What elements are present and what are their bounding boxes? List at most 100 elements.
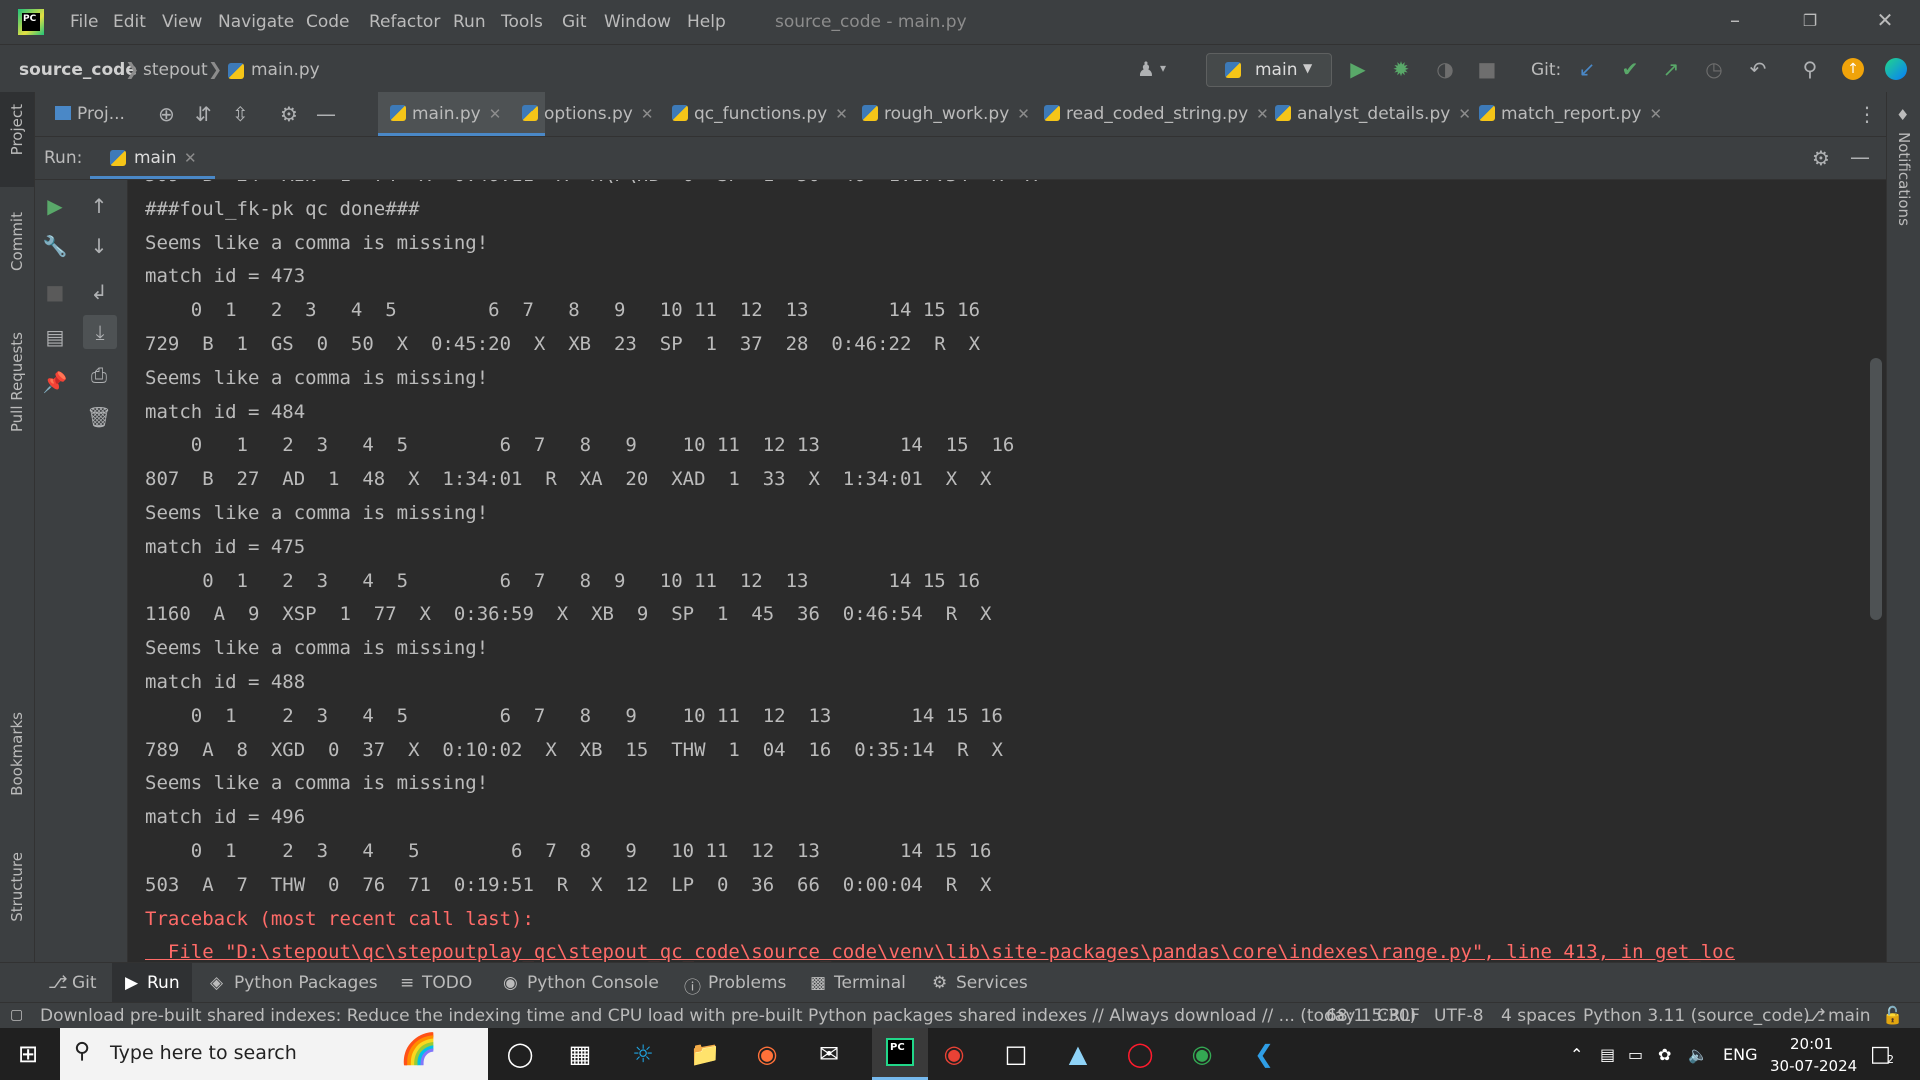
menu-file[interactable]: File <box>70 12 98 32</box>
tool-tab-todo[interactable]: TODO <box>422 973 472 993</box>
close-tab-icon[interactable]: ✕ <box>1017 105 1030 123</box>
windows-start-icon[interactable]: ⊞ <box>18 1040 38 1068</box>
user-icon[interactable]: ♟ <box>1133 57 1159 81</box>
coverage-icon[interactable]: ◑ <box>1432 57 1458 81</box>
input-language[interactable]: ENG <box>1723 1045 1757 1064</box>
hide-panel-icon[interactable]: — <box>1850 145 1870 169</box>
history-icon[interactable]: ◷ <box>1701 57 1727 81</box>
widgets-icon[interactable]: ▦ <box>563 1038 597 1070</box>
jetbrains-toolbox-icon[interactable] <box>1885 58 1907 80</box>
menu-git[interactable]: Git <box>562 12 587 32</box>
stop-icon[interactable]: ■ <box>35 280 75 304</box>
caret-position[interactable]: 68:1 <box>1326 1006 1364 1026</box>
trash-icon[interactable]: 🗑 <box>79 405 119 429</box>
meet-now-icon[interactable]: ▤ <box>1600 1045 1615 1064</box>
console-scrollbar[interactable] <box>1870 358 1882 620</box>
app-icon[interactable]: ▲ <box>1061 1038 1095 1070</box>
clock-date[interactable]: 30-07-2024 <box>1770 1057 1857 1075</box>
console-line[interactable]: File "D:\stepout\qc\stepoutplay_qc\stepo… <box>145 941 1735 962</box>
tab-read-coded-string-py[interactable]: read_coded_string.py ✕ <box>1044 92 1269 136</box>
close-tab-icon[interactable]: ✕ <box>641 105 654 123</box>
tool-tab-terminal[interactable]: Terminal <box>834 973 906 993</box>
project-panel-tab[interactable]: Proj... <box>55 92 145 136</box>
tool-label-bookmarks[interactable]: Bookmarks <box>8 712 26 796</box>
run-tab-main[interactable]: main ✕ <box>90 137 215 179</box>
tool-label-commit[interactable]: Commit <box>8 212 26 271</box>
volume-icon[interactable]: 🔈 <box>1688 1045 1708 1064</box>
breadcrumb-file[interactable]: main.py <box>251 60 320 80</box>
run-config-select[interactable]: main ▼ <box>1206 53 1332 87</box>
git-update-icon[interactable]: ↙ <box>1574 57 1600 81</box>
tab-rough-work-py[interactable]: rough_work.py ✕ <box>862 92 1030 136</box>
rerun-icon[interactable]: ▶ <box>35 194 75 218</box>
menu-navigate[interactable]: Navigate <box>218 12 294 32</box>
tab-analyst-details-py[interactable]: analyst_details.py ✕ <box>1275 92 1471 136</box>
project-tool-button[interactable]: Project <box>0 92 34 187</box>
rollback-icon[interactable]: ↶ <box>1745 57 1771 81</box>
vscode-icon[interactable]: ❮ <box>1247 1038 1281 1070</box>
close-tab-icon[interactable]: ✕ <box>1458 105 1471 123</box>
notepad-icon[interactable]: □ <box>999 1038 1033 1070</box>
user-dropdown-icon[interactable]: ▾ <box>1160 61 1166 75</box>
scroll-down-icon[interactable]: ↓ <box>79 234 119 258</box>
menu-edit[interactable]: Edit <box>113 12 146 32</box>
close-icon[interactable]: ✕ <box>1870 8 1900 32</box>
chrome-profile-icon[interactable]: ◉ <box>1185 1038 1219 1070</box>
indent-setting[interactable]: 4 spaces <box>1501 1006 1576 1026</box>
layout-icon[interactable]: ▤ <box>35 325 75 349</box>
close-tab-icon[interactable]: ✕ <box>489 105 502 123</box>
line-separator[interactable]: CRLF <box>1377 1006 1420 1026</box>
hide-icon[interactable]: — <box>316 102 336 126</box>
close-tab-icon[interactable]: ✕ <box>1649 105 1662 123</box>
git-commit-icon[interactable]: ✔ <box>1617 57 1643 81</box>
close-run-tab-icon[interactable]: ✕ <box>184 149 197 167</box>
menu-code[interactable]: Code <box>306 12 350 32</box>
locate-icon[interactable]: ⊕ <box>158 102 175 126</box>
tab-main-py[interactable]: main.py ✕ <box>378 92 545 136</box>
tab-qc-functions-py[interactable]: qc_functions.py ✕ <box>672 92 848 136</box>
tool-label-pull-requests[interactable]: Pull Requests <box>8 332 26 432</box>
git-branch[interactable]: main <box>1828 1006 1870 1026</box>
tab-match-report-py[interactable]: match_report.py ✕ <box>1479 92 1662 136</box>
battery-icon[interactable]: ▭ <box>1628 1045 1643 1064</box>
tab-options-py[interactable]: options.py ✕ <box>522 92 653 136</box>
stop-icon[interactable]: ■ <box>1474 57 1500 81</box>
soft-wrap-icon[interactable]: ↲ <box>79 280 119 304</box>
file-encoding[interactable]: UTF-8 <box>1434 1006 1484 1026</box>
menu-tools[interactable]: Tools <box>501 12 543 32</box>
update-icon[interactable]: ↑ <box>1842 58 1864 80</box>
tool-label-notifications[interactable]: Notifications <box>1895 132 1913 226</box>
gear-icon[interactable]: ⚙ <box>1812 146 1830 170</box>
close-tab-icon[interactable]: ✕ <box>835 105 848 123</box>
expand-all-icon[interactable]: ⇵ <box>195 102 212 126</box>
lock-icon[interactable]: 🔓 <box>1882 1006 1903 1026</box>
tool-tab-problems[interactable]: Problems <box>708 973 786 993</box>
wrench-icon[interactable]: 🔧 <box>35 234 75 258</box>
debug-icon[interactable]: ✹ <box>1388 57 1414 81</box>
restore-icon[interactable]: ❐ <box>1795 11 1825 30</box>
search-icon[interactable]: ⚲ <box>1797 57 1823 81</box>
file-explorer-icon[interactable]: 📁 <box>688 1038 722 1070</box>
tool-tab-python-packages[interactable]: Python Packages <box>234 973 378 993</box>
pycharm-taskbar-button[interactable]: PC <box>872 1028 928 1080</box>
scroll-to-end-toggle[interactable]: ⤓ <box>83 315 117 349</box>
gear-icon[interactable]: ⚙ <box>280 102 298 126</box>
chrome-icon[interactable]: ◉ <box>937 1038 971 1070</box>
menu-view[interactable]: View <box>162 12 202 32</box>
more-tabs-icon[interactable]: ⋮ <box>1857 102 1877 126</box>
opera-icon[interactable]: ◯ <box>1123 1038 1157 1070</box>
scroll-up-icon[interactable]: ↑ <box>79 194 119 218</box>
bell-icon[interactable]: ♦ <box>1896 106 1909 124</box>
print-icon[interactable]: ⎙ <box>79 363 119 387</box>
firefox-icon[interactable]: ◉ <box>750 1038 784 1070</box>
tool-label-structure[interactable]: Structure <box>8 852 26 922</box>
collapse-all-icon[interactable]: ⇳ <box>232 102 249 126</box>
task-view-icon[interactable]: ◯ <box>503 1038 537 1070</box>
minimize-icon[interactable]: – <box>1720 8 1750 32</box>
taskbar-search-box[interactable]: ⚲ Type here to search 🌈 <box>60 1028 488 1080</box>
tool-tab-git[interactable]: Git <box>72 973 97 993</box>
mail-icon[interactable]: ✉ <box>812 1038 846 1070</box>
tool-tab-run[interactable]: Run <box>147 973 180 993</box>
python-interpreter[interactable]: Python 3.11 (source_code) <box>1583 1006 1810 1026</box>
run-icon[interactable]: ▶ <box>1345 57 1371 81</box>
